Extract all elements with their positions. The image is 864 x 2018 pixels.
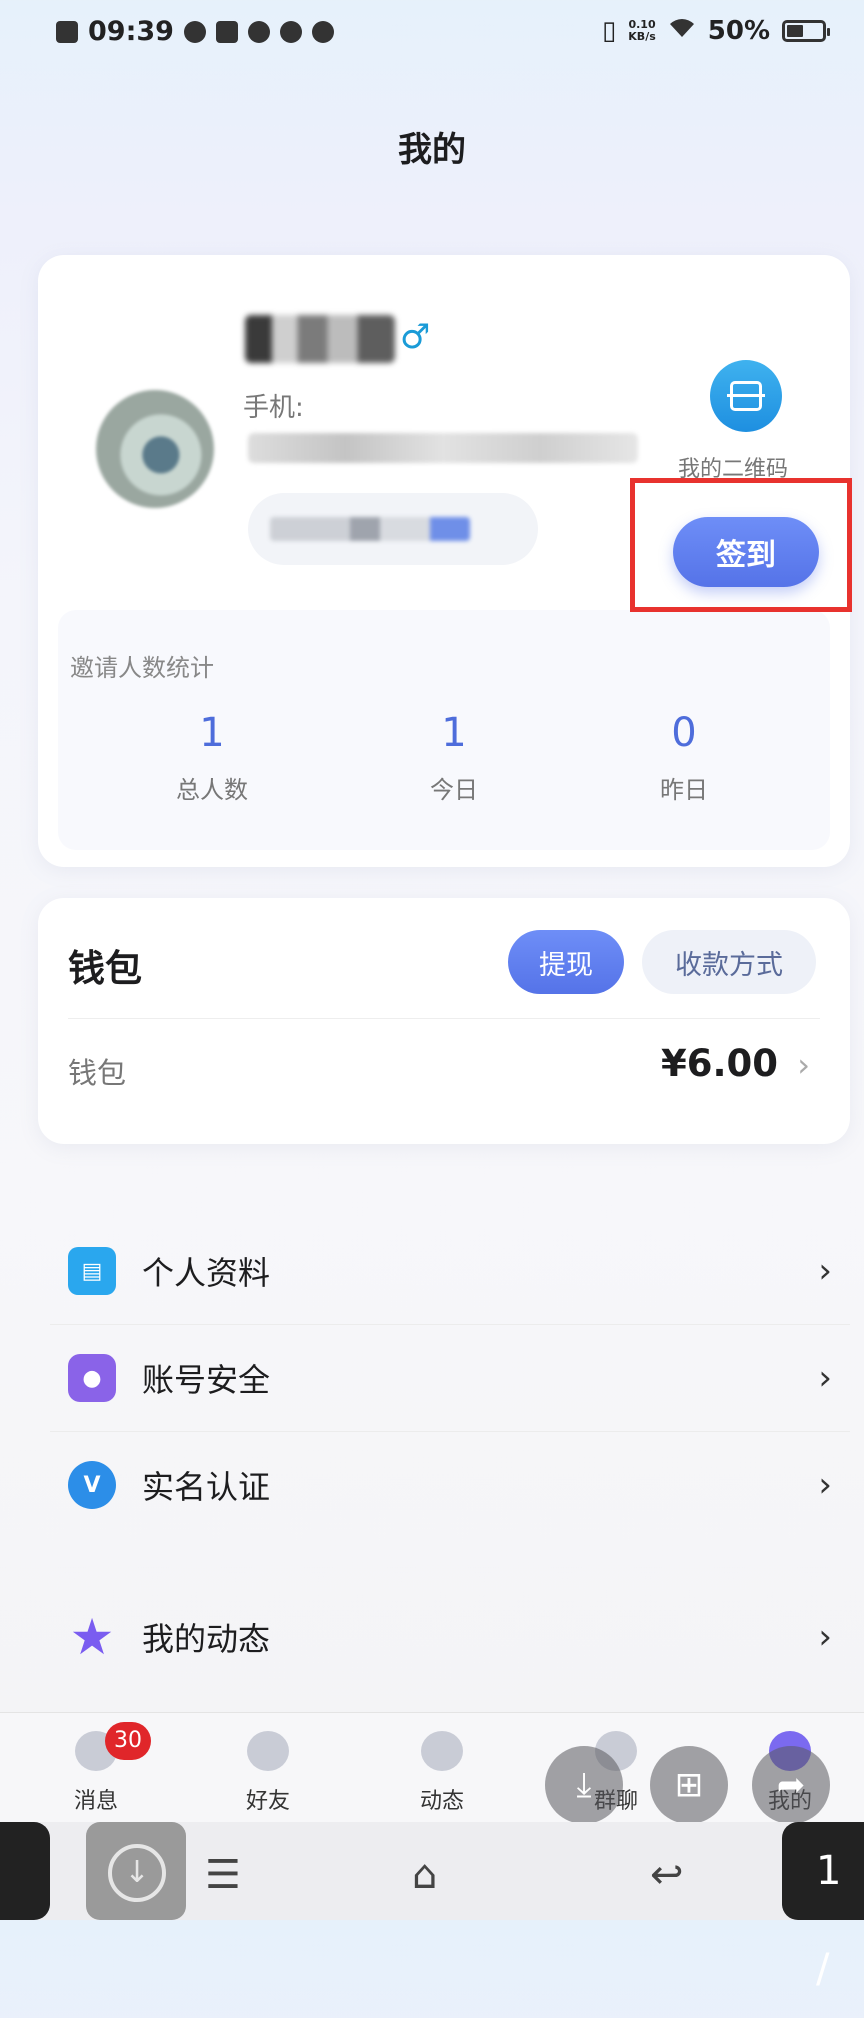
chevron-right-icon: › — [818, 1358, 832, 1398]
grid-icon[interactable]: ⊞ — [650, 1746, 728, 1824]
star-icon — [421, 1731, 463, 1771]
person-icon — [247, 1731, 289, 1771]
star-icon: ★ — [69, 1608, 115, 1666]
qq-icon — [247, 20, 270, 43]
stat-total: 1 总人数 — [112, 710, 312, 805]
download-overlay[interactable]: ↓ — [86, 1822, 186, 1920]
tab-label: 好友 — [245, 1789, 290, 1814]
menu-item-real-name[interactable]: V 实名认证 › — [50, 1432, 850, 1538]
chevron-right-icon[interactable]: › — [797, 1046, 810, 1084]
tab-label: 消息 — [73, 1789, 118, 1814]
menu-item-profile[interactable]: ▤ 个人资料 › — [50, 1218, 850, 1324]
battery-icon — [782, 20, 830, 42]
invite-stats-title: 邀请人数统计 — [70, 654, 214, 682]
tab-moments[interactable]: 动态 — [382, 1731, 502, 1815]
divider — [68, 1018, 820, 1019]
id-pill-blurred[interactable] — [248, 493, 538, 565]
app-notification-icon — [183, 20, 206, 43]
menu-item-account-security[interactable]: ● 账号安全 › — [50, 1325, 850, 1431]
chevron-right-icon: › — [818, 1617, 832, 1657]
chevron-right-icon: › — [818, 1251, 832, 1291]
sim-icon — [56, 20, 78, 43]
stat-total-label: 总人数 — [176, 776, 248, 804]
status-bar: 09:39 ▯ 0.10 KB/s 50% — [0, 0, 864, 70]
stat-today-label: 今日 — [430, 776, 478, 804]
stat-yesterday: 0 昨日 — [584, 710, 784, 805]
home-icon[interactable]: ⌂ — [412, 1852, 437, 1898]
wallet-balance[interactable]: ¥6.00 — [661, 1042, 778, 1085]
username-blurred — [245, 315, 395, 363]
phone-label: 手机: — [243, 393, 304, 423]
page-indicator[interactable]: 1 / — [782, 1822, 864, 1992]
highlight-box — [630, 478, 852, 612]
avatar[interactable] — [96, 390, 214, 508]
status-left: 09:39 — [56, 16, 334, 47]
menu-list: ▤ 个人资料 › ● 账号安全 › V 实名认证 › ★ 我的动态 › — [50, 1218, 850, 1666]
edge-panel-left[interactable] — [0, 1822, 50, 1920]
male-gender-icon: ♂ — [400, 317, 431, 357]
battery-percent: 50% — [707, 16, 770, 46]
id-card-icon: ▤ — [68, 1247, 116, 1295]
phone-number-blurred — [248, 433, 638, 463]
video-icon — [215, 20, 238, 43]
qq-icon-2 — [279, 20, 302, 43]
vibrate-icon: ▯ — [601, 16, 617, 46]
scan-icon — [727, 381, 765, 411]
chevron-right-icon: › — [818, 1465, 832, 1505]
stat-yesterday-label: 昨日 — [660, 776, 708, 804]
stat-yesterday-value: 0 — [671, 710, 697, 756]
back-icon[interactable]: ↩ — [650, 1852, 684, 1898]
wallet-card: 钱包 提现 收款方式 钱包 ¥6.00 › — [38, 898, 850, 1144]
stat-today: 1 今日 — [354, 710, 554, 805]
network-speed: 0.10 KB/s — [628, 19, 655, 43]
stat-today-value: 1 — [441, 710, 467, 756]
verified-icon: V — [68, 1461, 116, 1509]
cloud-icon — [311, 20, 334, 43]
status-time: 09:39 — [88, 16, 174, 47]
wallet-row-label[interactable]: 钱包 — [68, 1050, 126, 1092]
stat-total-value: 1 — [199, 710, 225, 756]
menu-item-my-posts[interactable]: ★ 我的动态 › — [50, 1584, 850, 1690]
status-right: ▯ 0.10 KB/s 50% — [601, 16, 830, 46]
qr-code-button[interactable] — [710, 360, 782, 432]
download-circle-icon: ↓ — [108, 1844, 166, 1902]
tab-label: 动态 — [419, 1789, 464, 1814]
wallet-title: 钱包 — [68, 947, 142, 990]
tab-friends[interactable]: 好友 — [208, 1731, 328, 1815]
menu-item-label: 个人资料 — [142, 1254, 271, 1292]
page-title: 我的 — [398, 130, 466, 170]
share-icon[interactable]: ➦ — [752, 1746, 830, 1824]
menu-item-label: 我的动态 — [142, 1620, 271, 1658]
menu-item-label: 账号安全 — [142, 1361, 271, 1399]
download-icon[interactable]: ⤓ — [545, 1746, 623, 1824]
unread-badge: 30 — [105, 1722, 151, 1760]
payment-method-button[interactable]: 收款方式 — [642, 930, 816, 994]
wifi-icon — [668, 16, 696, 46]
speed-unit: KB/s — [628, 30, 656, 43]
withdraw-button[interactable]: 提现 — [508, 930, 624, 994]
lock-icon: ● — [68, 1354, 116, 1402]
menu-item-label: 实名认证 — [142, 1468, 271, 1506]
menu-icon[interactable]: ☰ — [205, 1852, 241, 1898]
